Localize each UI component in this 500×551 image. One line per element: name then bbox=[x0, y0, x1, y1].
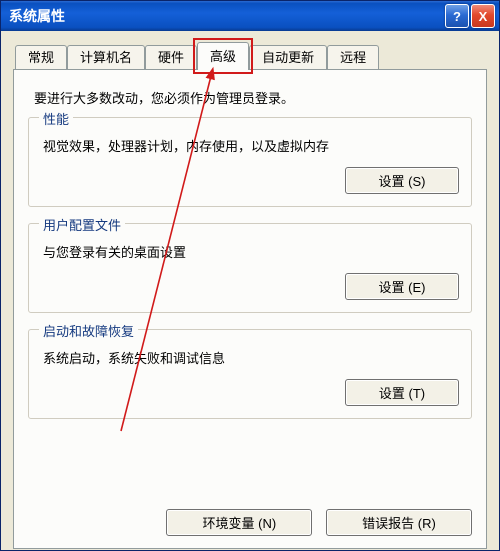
group-profiles-legend: 用户配置文件 bbox=[39, 215, 125, 234]
group-profiles-desc: 与您登录有关的桌面设置 bbox=[43, 242, 457, 261]
startup-settings-button[interactable]: 设置 (T) bbox=[345, 379, 459, 406]
tab-advanced[interactable]: 高级 bbox=[197, 42, 249, 70]
tab-body-advanced: 要进行大多数改动，您必须作为管理员登录。 性能 视觉效果，处理器计划，内存使用，… bbox=[13, 69, 487, 549]
group-performance-legend: 性能 bbox=[39, 109, 73, 128]
close-icon: X bbox=[479, 9, 488, 24]
tab-hardware[interactable]: 硬件 bbox=[145, 45, 197, 70]
tab-general[interactable]: 常规 bbox=[15, 45, 67, 70]
titlebar[interactable]: 系统属性 ? X bbox=[1, 1, 499, 31]
tab-computer-name[interactable]: 计算机名 bbox=[67, 45, 145, 70]
tab-remote[interactable]: 远程 bbox=[327, 45, 379, 70]
error-report-button[interactable]: 错误报告 (R) bbox=[326, 509, 472, 536]
intro-text: 要进行大多数改动，您必须作为管理员登录。 bbox=[34, 88, 470, 107]
profiles-settings-button[interactable]: 设置 (E) bbox=[345, 273, 459, 300]
help-button[interactable]: ? bbox=[445, 4, 469, 28]
window-title: 系统属性 bbox=[9, 6, 443, 26]
group-performance: 性能 视觉效果，处理器计划，内存使用，以及虚拟内存 设置 (S) bbox=[28, 117, 472, 207]
env-vars-button[interactable]: 环境变量 (N) bbox=[166, 509, 312, 536]
group-performance-desc: 视觉效果，处理器计划，内存使用，以及虚拟内存 bbox=[43, 136, 457, 155]
group-startup: 启动和故障恢复 系统启动，系统失败和调试信息 设置 (T) bbox=[28, 329, 472, 419]
bottom-button-row: 环境变量 (N) 错误报告 (R) bbox=[28, 509, 472, 536]
close-button[interactable]: X bbox=[471, 4, 495, 28]
tab-strip: 常规 计算机名 硬件 高级 自动更新 远程 bbox=[15, 41, 487, 69]
system-properties-window: 系统属性 ? X 常规 计算机名 硬件 高级 自动更新 远程 要进行大多数改动，… bbox=[0, 0, 500, 551]
group-startup-desc: 系统启动，系统失败和调试信息 bbox=[43, 348, 457, 367]
help-icon: ? bbox=[453, 9, 461, 24]
performance-settings-button[interactable]: 设置 (S) bbox=[345, 167, 459, 194]
client-area: 常规 计算机名 硬件 高级 自动更新 远程 要进行大多数改动，您必须作为管理员登… bbox=[1, 31, 499, 550]
tab-auto-update[interactable]: 自动更新 bbox=[249, 45, 327, 70]
group-startup-legend: 启动和故障恢复 bbox=[39, 321, 138, 340]
group-profiles: 用户配置文件 与您登录有关的桌面设置 设置 (E) bbox=[28, 223, 472, 313]
